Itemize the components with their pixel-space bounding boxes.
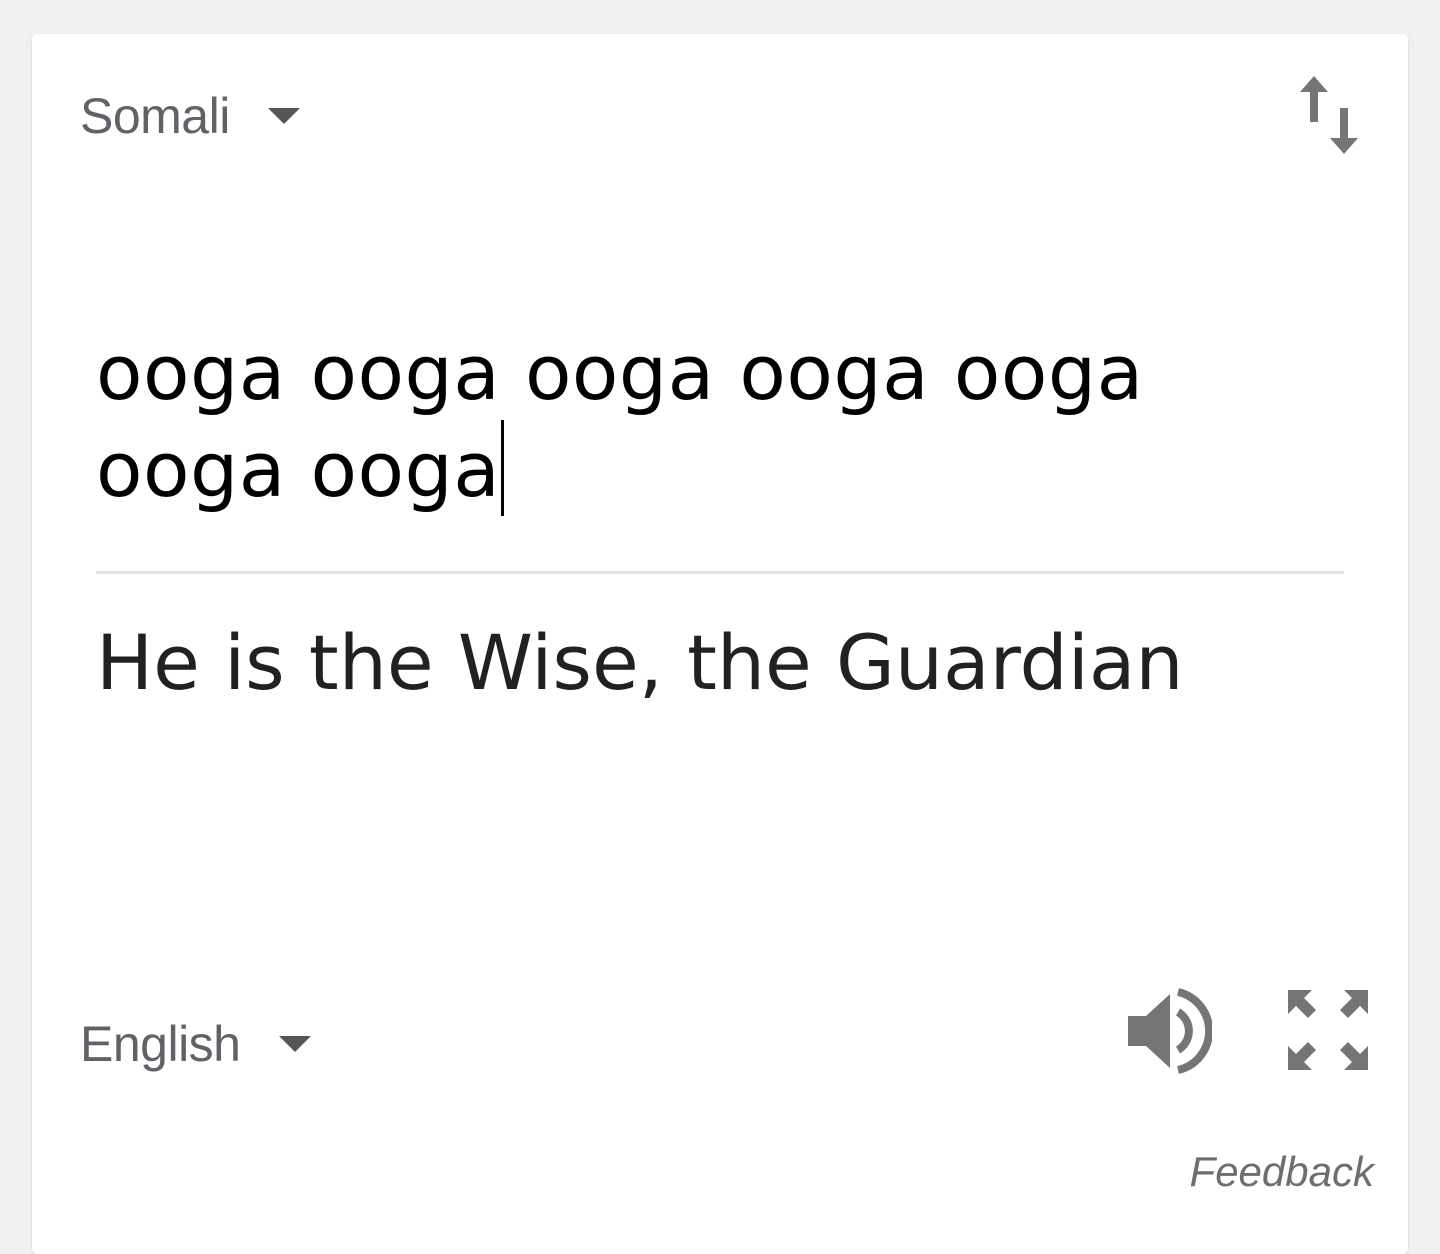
listen-button[interactable]: [1124, 988, 1214, 1074]
feedback-link[interactable]: Feedback: [1190, 1148, 1374, 1196]
fullscreen-button[interactable]: [1286, 988, 1370, 1072]
text-cursor: [501, 420, 505, 516]
chevron-down-icon: [278, 1036, 311, 1052]
fullscreen-icon: [1288, 990, 1368, 1070]
divider: [96, 571, 1344, 574]
source-text-value: ooga ooga ooga ooga ooga ooga ooga: [96, 328, 1144, 514]
source-language-label: Somali: [80, 88, 230, 144]
chevron-down-icon: [267, 108, 300, 124]
target-language-label: English: [80, 1016, 241, 1072]
source-text-input[interactable]: ooga ooga ooga ooga ooga ooga ooga: [96, 326, 1356, 517]
translation-output: He is the Wise, the Guardian: [96, 618, 1184, 707]
speaker-icon: [1128, 988, 1214, 1074]
source-language-select[interactable]: Somali: [80, 84, 300, 148]
swap-languages-button[interactable]: [1296, 72, 1362, 158]
translate-card: Somali ooga ooga ooga ooga ooga ooga oog…: [32, 34, 1408, 1254]
target-language-select[interactable]: English: [80, 1012, 311, 1076]
swap-languages-icon: [1300, 76, 1358, 154]
